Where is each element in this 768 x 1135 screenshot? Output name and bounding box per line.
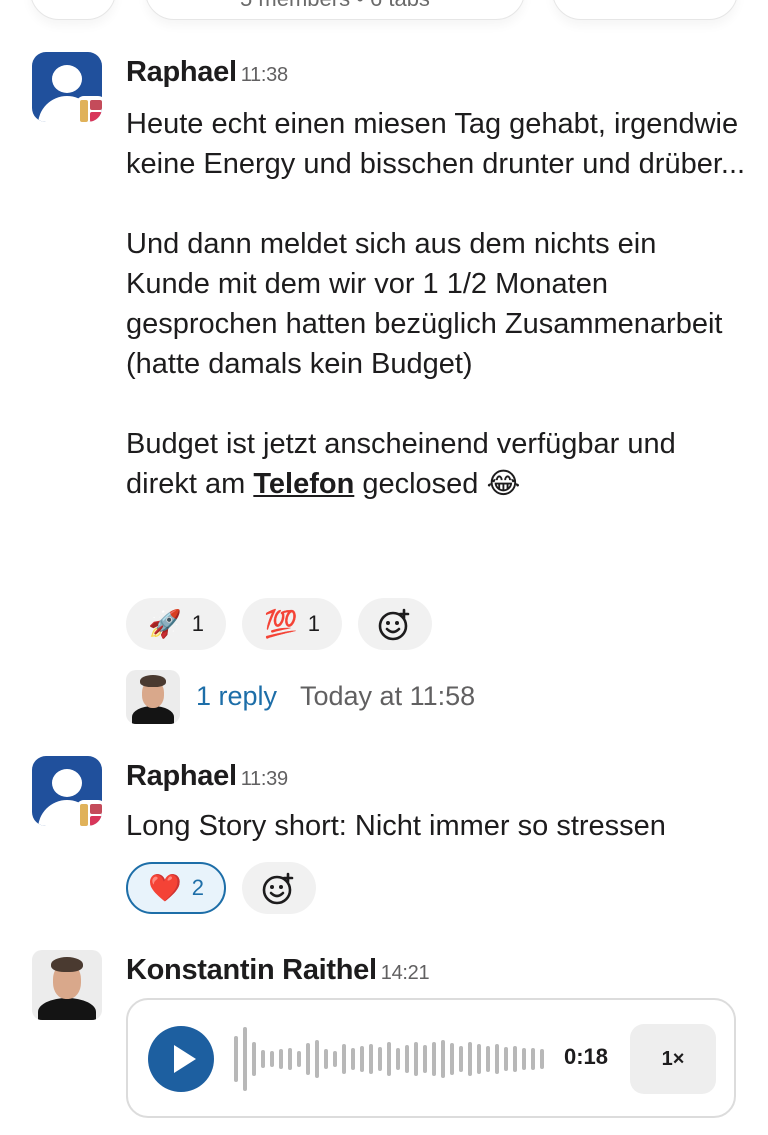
message-paragraph: Heute echt einen miesen Tag gehabt, irge…	[126, 108, 746, 180]
add-reaction-button[interactable]	[242, 862, 316, 914]
message-body: Long Story short: Nicht immer so stresse…	[126, 806, 746, 846]
hundred-emoji: 💯	[264, 609, 298, 639]
reaction-hundred[interactable]: 💯 1	[242, 598, 342, 650]
avatar[interactable]	[32, 950, 102, 1020]
back-button[interactable]	[30, 0, 116, 20]
reaction-heart[interactable]: ❤️ 2	[126, 862, 226, 914]
app-badge-icon	[76, 96, 102, 122]
rocket-emoji: 🚀	[148, 609, 182, 639]
channel-subtitle: 5 members • 6 tabs	[146, 0, 524, 11]
channel-info-button[interactable]: 5 members • 6 tabs	[145, 0, 525, 20]
reaction-count: 1	[307, 611, 320, 636]
reply-count-link[interactable]: 1 reply	[196, 681, 277, 712]
waveform-icon[interactable]	[232, 1020, 552, 1098]
play-button[interactable]	[148, 1026, 214, 1092]
app-badge-icon	[76, 800, 102, 826]
heart-emoji: ❤️	[148, 873, 182, 903]
message-time: 14:21	[380, 962, 430, 984]
message-paragraph: Long Story short: Nicht immer so stresse…	[126, 810, 666, 842]
play-icon	[174, 1045, 196, 1073]
message-author[interactable]: Raphael 11:39	[126, 760, 288, 793]
message-time: 11:38	[240, 64, 288, 86]
reaction-count: 2	[191, 875, 204, 900]
voice-message-player: 0:18 1×	[126, 998, 736, 1118]
message-paragraph: Und dann meldet sich aus dem nichts ein …	[126, 228, 723, 380]
reaction-count: 1	[191, 611, 204, 636]
reply-time: Today at 11:58	[300, 681, 476, 711]
message-paragraph: Budget ist jetzt anscheinend verfügbar u…	[126, 428, 676, 500]
thread-summary[interactable]: 1 reply Today at 11:58	[126, 670, 546, 724]
header-actions[interactable]	[552, 0, 738, 20]
message-time: 11:39	[240, 768, 288, 790]
telefon-link[interactable]: Telefon	[253, 468, 354, 500]
message-author[interactable]: Raphael 11:38	[126, 56, 288, 89]
message-body: Heute echt einen miesen Tag gehabt, irge…	[126, 104, 746, 504]
reply-avatar	[126, 670, 180, 724]
avatar[interactable]	[32, 52, 102, 122]
add-reaction-icon	[262, 872, 294, 905]
voice-duration: 0:18	[564, 1044, 609, 1069]
tears-of-joy-emoji: 😂	[486, 468, 521, 500]
avatar[interactable]	[32, 756, 102, 826]
add-reaction-icon	[378, 608, 410, 641]
channel-header: 5 members • 6 tabs	[0, 0, 768, 30]
playback-speed-button[interactable]: 1×	[630, 1024, 716, 1094]
message-author[interactable]: Konstantin Raithel 14:21	[126, 954, 430, 987]
reaction-rocket[interactable]: 🚀 1	[126, 598, 226, 650]
add-reaction-button[interactable]	[358, 598, 432, 650]
